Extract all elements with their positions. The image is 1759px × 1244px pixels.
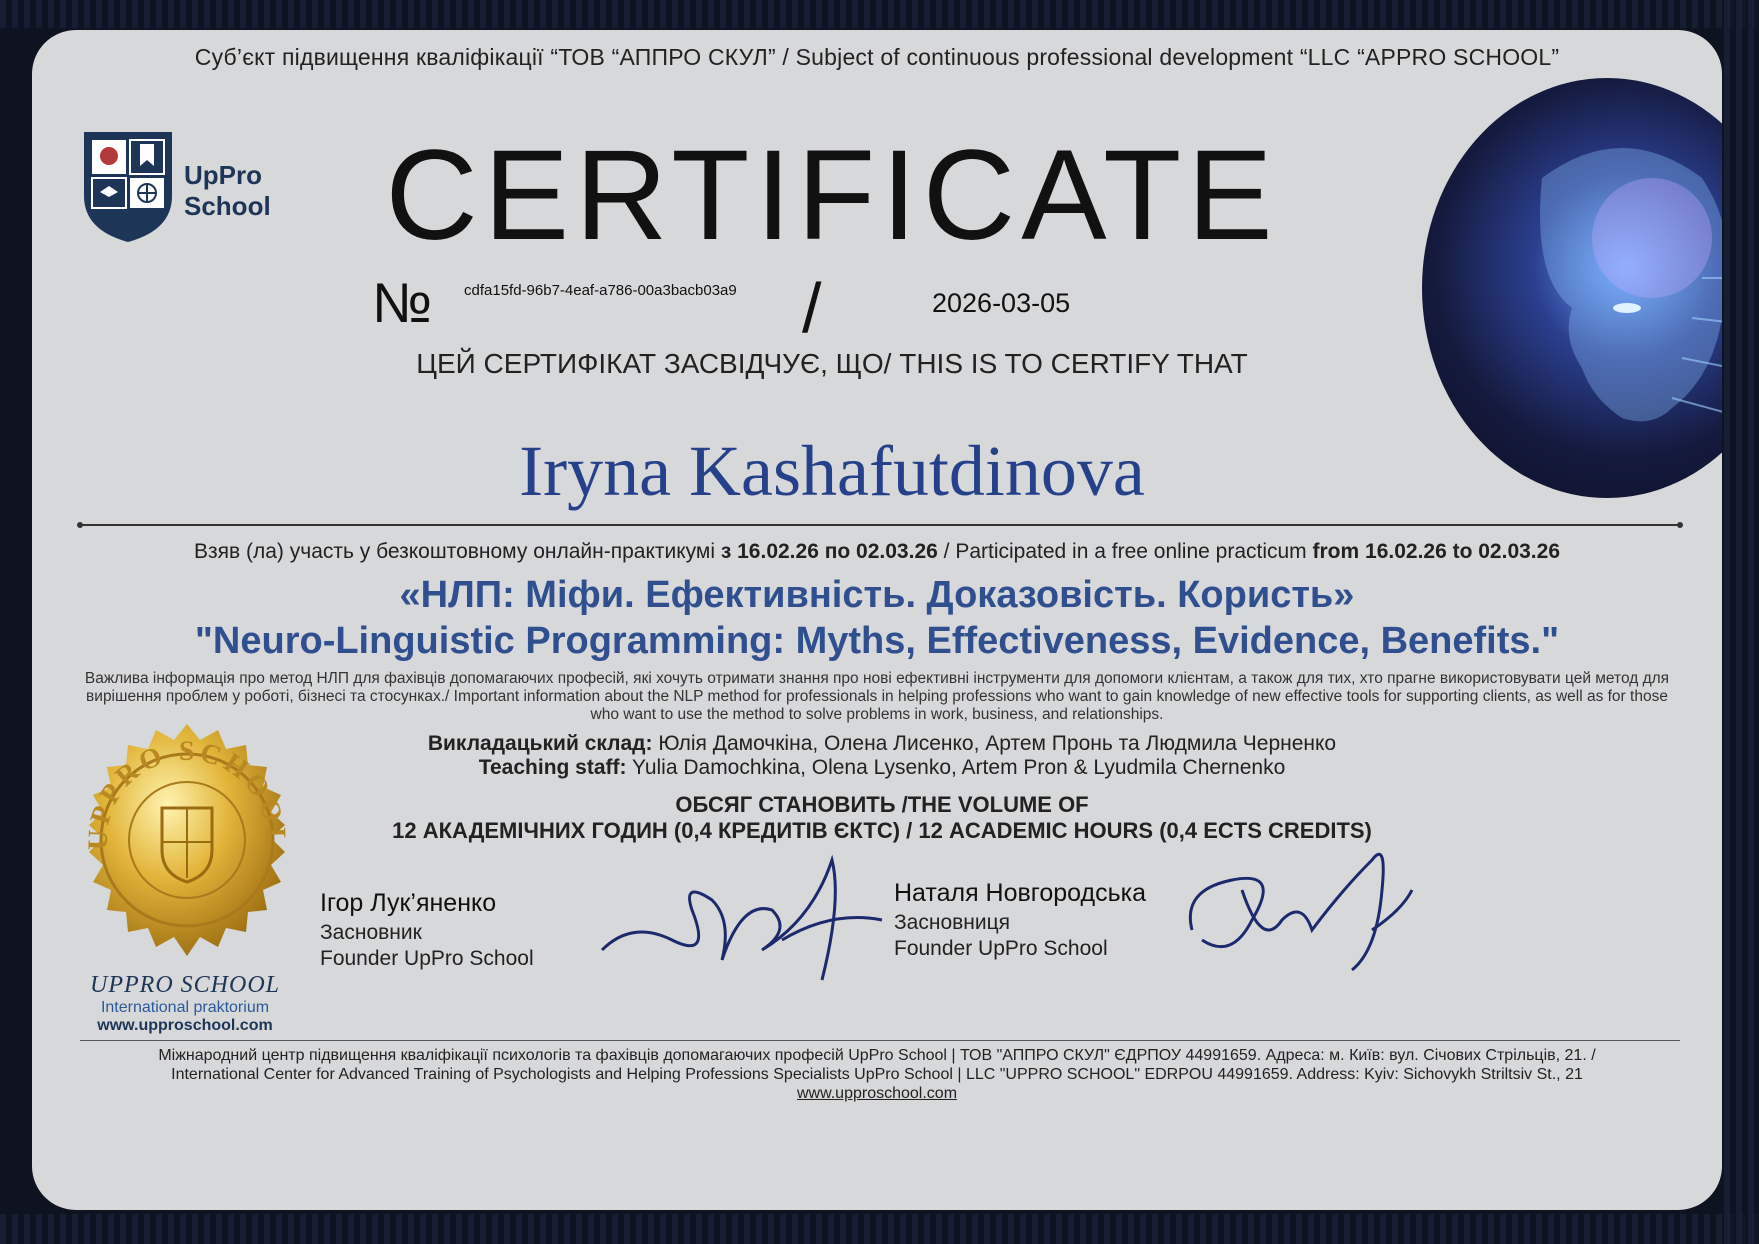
participation-ua-prefix: Взяв (ла) участь у безкоштовному онлайн-… (194, 540, 721, 563)
seal-name: UPPRO SCHOOL (90, 972, 280, 998)
gold-seal: UPPRO SCHOOL (83, 724, 287, 956)
certify-line: ЦЕЙ СЕРТИФІКАТ ЗАСВІДЧУЄ, ЩО/ THIS IS TO… (416, 348, 1248, 379)
signer-1: Ігор Лук’яненко Засновник Founder UpPro … (320, 890, 534, 972)
footer-line1: Міжнародний центр підвищення кваліфікаці… (158, 1047, 1596, 1064)
footer-divider (80, 1040, 1680, 1041)
recipient-name: Iryna Kashafutdinova (519, 431, 1145, 511)
background-pattern (0, 1214, 1759, 1244)
id-date-separator: / (802, 269, 822, 347)
participation-en-dates: from 16.02.26 to 02.03.26 (1312, 540, 1560, 563)
signer-2: Наталя Новгородська Засновниця Founder U… (894, 880, 1146, 962)
divider (77, 522, 1683, 528)
signer-2-role-ua: Засновниця (894, 911, 1011, 934)
seal-caption: UPPRO SCHOOL International praktorium ww… (80, 972, 290, 1035)
staff-en-names: Yulia Damochkina, Olena Lysenko, Artem P… (626, 756, 1286, 779)
course-description: Важлива інформація про метод НЛП для фах… (84, 670, 1670, 723)
participation-middle: / Participated in a free online practicu… (937, 540, 1313, 563)
seal-url: www.upproschool.com (97, 1017, 273, 1034)
ai-brain-image (1422, 78, 1722, 498)
logo-line1: UpPro (184, 160, 262, 190)
footer: Міжнародний центр підвищення кваліфікаці… (32, 1046, 1722, 1103)
background-pattern (1724, 0, 1759, 1244)
participation-line: Взяв (ла) участь у безкоштовному онлайн-… (32, 540, 1722, 564)
course-title-ua: «НЛП: Міфи. Ефективність. Доказовість. К… (399, 574, 1355, 616)
logo-text: UpPro School (184, 160, 271, 222)
background-pattern (0, 0, 1759, 28)
staff-en-label: Teaching staff: (478, 756, 627, 779)
number-sign: № (372, 271, 433, 334)
participation-ua-dates: з 16.02.26 по 02.03.26 (720, 540, 938, 563)
signature-1 (600, 854, 883, 981)
certificate-id: cdfa15fd-96b7-4eaf-a786-00a3bacb03a9 (464, 282, 737, 299)
subject-line: Суб’єкт підвищення кваліфікації “ТОВ “АП… (194, 44, 1560, 70)
footer-line2: International Center for Advanced Traini… (171, 1066, 1583, 1083)
certificate-card: Суб’єкт підвищення кваліфікації “ТОВ “АП… (32, 30, 1722, 1210)
signer-1-name: Ігор Лук’яненко (320, 889, 497, 917)
signer-1-role-ua: Засновник (320, 921, 422, 944)
signature-2 (1188, 852, 1414, 972)
staff-ua-names: Юлія Дамочкіна, Олена Лисенко, Артем Про… (652, 732, 1337, 755)
seal-subtitle: International praktorium (100, 999, 270, 1016)
teaching-staff-en: Teaching staff: Yulia Damochkina, Olena … (372, 756, 1392, 780)
logo-line2: School (184, 191, 271, 221)
signer-1-role-en: Founder UpPro School (320, 947, 534, 970)
certificate-date: 2026-03-05 (932, 288, 1071, 318)
signer-2-name: Наталя Новгородська (894, 879, 1147, 907)
volume-line1: ОБСЯГ СТАНОВИТЬ /THE VOLUME OF (675, 792, 1089, 817)
course-title-en: "Neuro-Linguistic Programming: Myths, Ef… (194, 620, 1560, 662)
teaching-staff-ua: Викладацький склад: Юлія Дамочкіна, Олен… (372, 732, 1392, 756)
certificate-title: CERTIFICATE (385, 124, 1279, 267)
staff-ua-label: Викладацький склад: (427, 732, 653, 755)
footer-url[interactable]: www.upproschool.com (32, 1084, 1722, 1103)
signer-2-role-en: Founder UpPro School (894, 937, 1108, 960)
